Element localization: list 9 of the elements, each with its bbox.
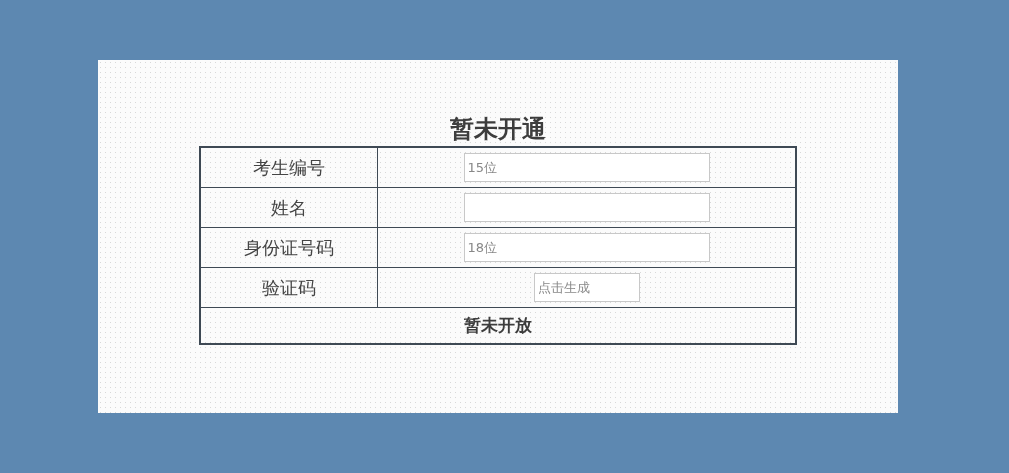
captcha-field[interactable]: 点击生成 [533, 273, 640, 302]
field-label: 验证码 [200, 267, 378, 308]
form-title: 暂未开通 [450, 114, 546, 145]
input-field[interactable]: 18位 [463, 233, 710, 262]
field-label: 考生编号 [200, 147, 378, 188]
input-field[interactable] [463, 193, 710, 222]
field-label: 身份证号码 [200, 227, 378, 268]
input-field[interactable]: 15位 [463, 153, 710, 182]
field-label: 姓名 [200, 187, 378, 228]
